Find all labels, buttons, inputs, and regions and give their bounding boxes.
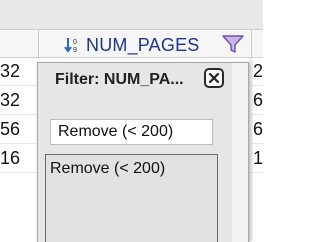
filter-popup: Filter: NUM_PA... Remove (< 200) <box>37 62 249 242</box>
table-cell-left[interactable]: 32 <box>0 61 20 82</box>
filter-option[interactable]: Remove (< 200) <box>50 160 165 178</box>
header-divider-right <box>251 30 252 57</box>
filter-popup-title: Filter: NUM_PA... <box>55 71 184 88</box>
header-divider-left <box>38 30 39 57</box>
column-title[interactable]: NUM_PAGES <box>86 35 200 56</box>
table-cell-right[interactable]: 2 <box>253 61 265 82</box>
close-button[interactable] <box>204 68 224 88</box>
top-toolbar <box>0 0 263 30</box>
svg-text:0: 0 <box>73 39 77 46</box>
table-cell-left[interactable]: 16 <box>0 148 20 169</box>
close-icon <box>208 72 220 84</box>
table-cell-left[interactable]: 32 <box>0 90 20 111</box>
svg-text:9: 9 <box>73 47 77 53</box>
table-cell-right[interactable]: 6 <box>253 90 265 111</box>
sort-numeric-icon[interactable]: 0 9 <box>64 37 82 53</box>
filter-options-list[interactable]: Remove (< 200) <box>45 154 218 242</box>
funnel-icon[interactable] <box>221 34 245 53</box>
table-cell-right[interactable]: 6 <box>253 119 265 140</box>
table-cell-right[interactable]: 1 <box>253 148 265 169</box>
popup-edge-shade <box>232 63 248 242</box>
filter-search-input[interactable] <box>50 119 213 145</box>
table-cell-left[interactable]: 56 <box>0 119 20 140</box>
